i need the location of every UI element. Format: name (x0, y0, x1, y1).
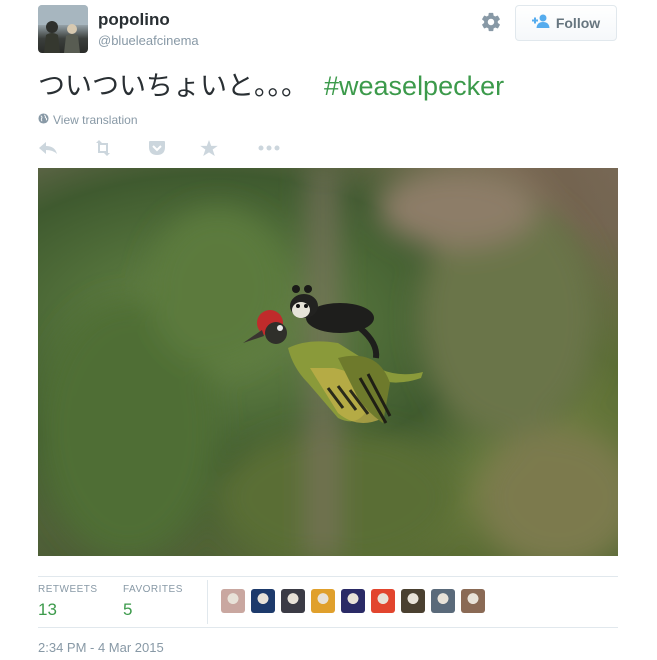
avatar[interactable] (401, 589, 425, 613)
hashtag-link[interactable]: #weaselpecker (324, 71, 504, 101)
stats-separator (207, 580, 208, 624)
globe-icon (38, 113, 49, 127)
more-icon[interactable] (258, 145, 280, 151)
stats-divider-bottom (38, 627, 618, 628)
view-translation-label: View translation (53, 113, 138, 127)
avatar[interactable] (461, 589, 485, 613)
user-names: popolino @blueleafcinema (98, 10, 199, 50)
retweets-count: 13 (38, 600, 57, 619)
favorites-count: 5 (123, 600, 133, 619)
follow-label: Follow (555, 15, 601, 31)
user-fullname[interactable]: popolino (98, 10, 199, 30)
avatar[interactable] (251, 589, 275, 613)
avatar[interactable] (221, 589, 245, 613)
retweet-icon[interactable] (92, 140, 114, 156)
avatar[interactable] (341, 589, 365, 613)
retweets-stat[interactable]: RETWEETS 13 (38, 584, 98, 621)
stats-divider-top (38, 576, 618, 577)
add-user-icon (531, 14, 550, 33)
favoriter-avatars (221, 589, 491, 613)
tweet-text: ついついちょいと。。。 #weaselpecker (38, 68, 504, 105)
avatar[interactable] (38, 5, 88, 53)
view-translation-link[interactable]: View translation (38, 113, 138, 127)
user-screen-name[interactable]: @blueleafcinema (98, 32, 199, 50)
tweet-photo[interactable] (38, 168, 618, 556)
retweets-label: RETWEETS (38, 584, 98, 595)
avatar[interactable] (311, 589, 335, 613)
pocket-icon[interactable] (148, 140, 166, 156)
tweet-actions (38, 137, 306, 159)
avatar[interactable] (281, 589, 305, 613)
follow-button[interactable]: Follow (515, 5, 617, 41)
star-icon[interactable] (200, 140, 218, 156)
favorites-label: FAVORITES (123, 584, 183, 595)
tweet-timestamp[interactable]: 2:34 PM - 4 Mar 2015 (38, 640, 164, 655)
favorites-stat[interactable]: FAVORITES 5 (123, 584, 183, 621)
gear-icon[interactable] (480, 11, 502, 33)
avatar[interactable] (431, 589, 455, 613)
reply-icon[interactable] (38, 140, 58, 156)
tweet-header: popolino @blueleafcinema Follow (38, 5, 618, 55)
avatar[interactable] (371, 589, 395, 613)
tweet-body: ついついちょいと。。。 (38, 71, 308, 102)
